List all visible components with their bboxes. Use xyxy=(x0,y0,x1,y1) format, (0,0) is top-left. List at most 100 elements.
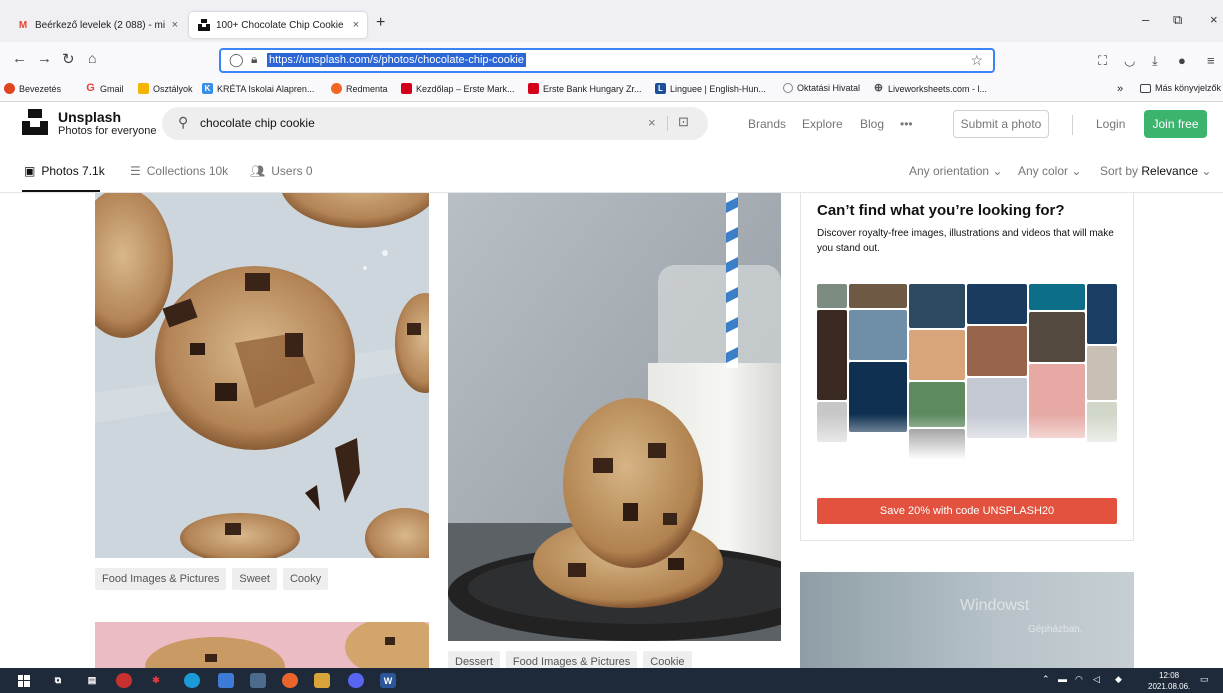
taskbar-clock[interactable]: 12:08 2021.08.06. xyxy=(1148,670,1190,692)
bookmark-item[interactable]: Redmenta xyxy=(331,83,388,94)
windows-start-icon[interactable] xyxy=(16,673,32,688)
calculator-icon[interactable] xyxy=(250,673,266,688)
tracking-shield-icon[interactable]: ◯ xyxy=(229,52,244,68)
url-text[interactable]: https://unsplash.com/s/photos/chocolate-… xyxy=(267,53,526,67)
lock-icon[interactable]: 🔒︎ xyxy=(251,52,257,67)
chevron-down-icon: ⌄ xyxy=(1071,164,1082,178)
brand-name[interactable]: Unsplash xyxy=(58,109,121,125)
notifications-icon[interactable]: ▭ xyxy=(1200,674,1209,685)
nav-blog[interactable]: Blog xyxy=(860,117,884,131)
nav-explore[interactable]: Explore xyxy=(802,117,843,131)
tab-photos[interactable]: ▣ Photos 7.1k xyxy=(24,164,105,178)
more-menu-icon[interactable]: ••• xyxy=(900,117,913,131)
file-explorer-icon[interactable] xyxy=(314,673,330,688)
unsplash-logo-icon[interactable] xyxy=(22,109,48,135)
bookmark-item[interactable]: Kezdőlap – Erste Mark... xyxy=(401,83,515,94)
clear-search-icon[interactable]: × xyxy=(648,115,656,130)
app-icon[interactable]: ✱ xyxy=(148,673,164,688)
unsplash-favicon xyxy=(197,19,211,31)
erste-icon xyxy=(401,83,412,94)
join-free-button[interactable]: Join free xyxy=(1144,110,1207,138)
extensions-icon[interactable]: ● xyxy=(1178,53,1186,68)
redmenta-icon xyxy=(331,83,342,94)
tab-collections[interactable]: ☰ Collections 10k xyxy=(130,164,228,178)
back-icon[interactable]: ← xyxy=(12,50,27,67)
bookmark-item[interactable]: Bevezetés xyxy=(4,83,61,94)
url-bar[interactable]: ◯ 🔒︎ https://unsplash.com/s/photos/choco… xyxy=(219,48,995,73)
tab-users[interactable]: 👥︎ Users 0 xyxy=(250,164,313,178)
browser-nav-bar: ← → ↻ ⌂ ◯ 🔒︎ https://unsplash.com/s/phot… xyxy=(0,42,1223,78)
users-icon: 👥︎ xyxy=(250,164,266,178)
pocket-icon[interactable]: ◡ xyxy=(1124,53,1135,69)
google-icon: G xyxy=(86,82,95,94)
wifi-icon[interactable]: ◠ xyxy=(1075,674,1083,685)
promo-collage xyxy=(817,284,1117,460)
restore-button[interactable]: ⧉ xyxy=(1173,12,1182,28)
bookmark-star-icon[interactable]: ☆ xyxy=(970,52,983,69)
photo-cookies-milk[interactable] xyxy=(448,193,781,641)
bookmark-item[interactable]: ⊕ Liveworksheets.com - l... xyxy=(873,83,987,94)
home-icon[interactable]: ⌂ xyxy=(88,50,96,66)
nav-brands[interactable]: Brands xyxy=(748,117,786,131)
bookmark-label: Más könyvjelzők xyxy=(1155,83,1222,93)
active-tab-indicator xyxy=(22,190,100,192)
library-icon[interactable]: ⛶ xyxy=(1098,53,1107,69)
dropdown-label: Any orientation xyxy=(909,164,990,178)
forward-icon[interactable]: → xyxy=(37,50,52,67)
login-link[interactable]: Login xyxy=(1096,117,1125,131)
minimize-button[interactable]: – xyxy=(1142,12,1149,27)
photo-gray-backdrop[interactable]: Windowst Gépházban. xyxy=(800,572,1134,668)
bookmark-label: Liveworksheets.com - l... xyxy=(888,83,988,94)
save-app-icon[interactable] xyxy=(218,673,234,688)
close-window-button[interactable]: × xyxy=(1210,12,1218,27)
site-header: Unsplash Photos for everyone ⚲ chocolate… xyxy=(0,103,1223,146)
other-bookmarks-folder[interactable]: Más könyvjelzők xyxy=(1140,83,1221,93)
photo-cookies-on-paper[interactable] xyxy=(95,193,429,558)
downloads-icon[interactable]: ⤓ xyxy=(1152,53,1158,69)
reload-icon[interactable]: ↻ xyxy=(62,50,75,68)
new-tab-button[interactable]: + xyxy=(376,14,385,32)
discord-icon[interactable] xyxy=(348,673,364,688)
bookmark-label: Erste Bank Hungary Zr... xyxy=(543,83,642,94)
firefox-icon[interactable] xyxy=(282,673,298,688)
bookmark-item[interactable]: Oktatási Hivatal xyxy=(783,83,860,93)
submit-photo-button[interactable]: Submit a photo xyxy=(953,110,1049,138)
photo-cookies-pink[interactable] xyxy=(95,622,429,668)
task-view-icon[interactable]: ⧉ xyxy=(50,673,66,688)
dropbox-icon[interactable]: ◆ xyxy=(1115,674,1122,685)
tag-link[interactable]: Food Images & Pictures xyxy=(95,568,227,590)
collections-icon: ☰ xyxy=(130,164,141,178)
tab-unsplash[interactable]: 100+ Chocolate Chip Cookie Pi × xyxy=(189,12,367,38)
tab-gmail[interactable]: M Beérkező levelek (2 088) - mikol × xyxy=(8,12,186,38)
folder-icon xyxy=(1140,83,1151,93)
tag-link[interactable]: Cooky xyxy=(282,568,329,590)
tray-chevron-icon[interactable]: ⌃ xyxy=(1042,674,1050,685)
bookmark-item[interactable]: K KRÉTA Iskolai Alapren... xyxy=(202,83,314,94)
menu-icon[interactable]: ≡ xyxy=(1207,53,1215,68)
cookies-milk-illustration xyxy=(448,193,781,641)
straw xyxy=(726,193,738,368)
word-icon[interactable]: W xyxy=(380,673,396,688)
network-icon[interactable]: ▬ xyxy=(1058,674,1067,684)
store-icon[interactable]: ▤ xyxy=(84,673,100,688)
close-tab-icon[interactable]: × xyxy=(353,19,359,31)
edge-icon[interactable] xyxy=(184,673,200,688)
sort-dropdown[interactable]: Sort by Relevance ⌄ xyxy=(1100,164,1211,178)
tag-link[interactable]: Sweet xyxy=(232,568,277,590)
bookmark-item[interactable]: L Linguee | English-Hun... xyxy=(655,83,766,94)
app-icon[interactable] xyxy=(116,673,132,688)
bookmark-item[interactable]: Osztályok xyxy=(138,83,193,94)
color-dropdown[interactable]: Any color ⌄ xyxy=(1018,164,1081,178)
tab-title: Beérkező levelek (2 088) - mikol xyxy=(35,19,165,31)
visual-search-icon[interactable]: ⊡ xyxy=(678,114,689,130)
close-tab-icon[interactable]: × xyxy=(172,19,178,31)
volume-icon[interactable]: ◁ xyxy=(1093,674,1100,685)
bookmark-item[interactable]: Erste Bank Hungary Zr... xyxy=(528,83,642,94)
search-icon[interactable]: ⚲ xyxy=(178,114,188,131)
more-bookmarks-button[interactable]: » xyxy=(1117,83,1123,95)
search-input[interactable]: chocolate chip cookie xyxy=(200,116,315,130)
orientation-dropdown[interactable]: Any orientation ⌄ xyxy=(909,164,1002,178)
promo-button[interactable]: Save 20% with code UNSPLASH20 xyxy=(817,498,1117,524)
search-bar[interactable]: ⚲ chocolate chip cookie × ⊡ xyxy=(162,107,708,140)
bookmark-item[interactable]: G Gmail xyxy=(85,82,123,94)
